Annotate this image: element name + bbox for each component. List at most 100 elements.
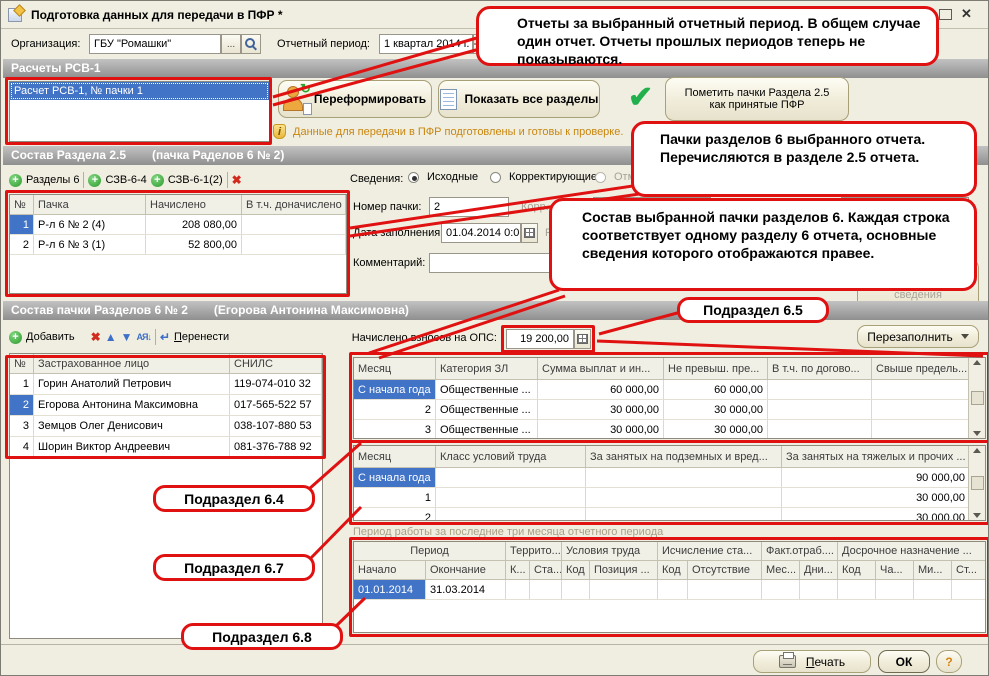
add-szv64-button[interactable]: + СЗВ-6-4: [88, 173, 147, 187]
scroll-down-icon[interactable]: [973, 431, 981, 436]
scroll-down-icon[interactable]: [973, 513, 981, 518]
calendar-button[interactable]: [521, 223, 538, 243]
header-cell[interactable]: Окончание: [426, 561, 506, 580]
add-szv61-button[interactable]: + СЗВ-6-1(2): [150, 173, 223, 187]
ok-button[interactable]: ОК: [878, 650, 930, 673]
header-cell[interactable]: Начало: [354, 561, 426, 580]
plus-icon: +: [150, 173, 164, 187]
close-icon[interactable]: ✕: [961, 6, 972, 22]
add-sections6-button[interactable]: + Разделы 6: [9, 173, 79, 187]
header-cell[interactable]: В т.ч. по догово...: [768, 358, 872, 380]
group-header-cell[interactable]: Период: [354, 542, 506, 561]
scroll-thumb[interactable]: [970, 391, 984, 405]
sort-icon[interactable]: АЯ↓: [136, 332, 152, 342]
header-cell[interactable]: №: [10, 354, 34, 374]
table-row[interactable]: С начала года 90 000,00: [354, 468, 985, 488]
info-message: Данные для передачи в ПФР подготовлены и…: [293, 126, 624, 138]
radio-korrektiruyushchie[interactable]: Корректирующие: [490, 171, 597, 183]
restore-icon[interactable]: [939, 9, 952, 20]
header-cell[interactable]: №: [10, 195, 34, 215]
header-cell[interactable]: Свыше предель...: [872, 358, 970, 380]
table-row[interactable]: 2 Егорова Антонина Максимовна 017-565-52…: [10, 395, 322, 416]
header-cell[interactable]: В т.ч. доначислено: [242, 195, 346, 215]
header-cell[interactable]: Ста...: [530, 561, 562, 580]
group-header-cell[interactable]: Исчисление ста...: [658, 542, 762, 561]
header-cell[interactable]: Код: [562, 561, 590, 580]
callout-subsection-67: Подраздел 6.7: [153, 554, 315, 581]
table-row[interactable]: 2 Р-л 6 № 3 (1) 52 800,00: [10, 235, 346, 255]
group-header-cell[interactable]: Условия труда: [562, 542, 658, 561]
help-icon: ?: [945, 654, 953, 669]
organization-input[interactable]: ГБУ "Ромашки": [89, 34, 221, 54]
radio-ishodnye[interactable]: Исходные: [408, 171, 478, 183]
header-cell[interactable]: Дни...: [800, 561, 838, 580]
table-row[interactable]: 3 Земцов Олег Денисович 038-107-880 53: [10, 416, 322, 437]
show-all-sections-button[interactable]: Показать все разделы: [438, 80, 600, 118]
ops-accrued-input[interactable]: 19 200,00: [506, 329, 574, 349]
mark-accepted-button[interactable]: Пометить пачки Раздела 2.5 как принятые …: [665, 77, 849, 121]
table-row[interactable]: 1 Р-л 6 № 2 (4) 208 080,00: [10, 215, 346, 235]
move-up-icon[interactable]: ▲: [105, 330, 117, 344]
organization-search-button[interactable]: [241, 34, 261, 54]
help-button[interactable]: ?: [936, 650, 962, 673]
header-cell[interactable]: За занятых на тяжелых и прочих ...: [782, 446, 970, 468]
section25-table: № Пачка Начислено В т.ч. доначислено 1 Р…: [9, 194, 347, 294]
table-row[interactable]: 4 Шорин Виктор Андреевич 081-376-788 92: [10, 437, 322, 458]
header-cell[interactable]: Месяц: [354, 446, 436, 468]
table-row[interactable]: С начала года Общественные ... 60 000,00…: [354, 380, 985, 400]
fill-date-input[interactable]: 01.04.2014 0:0: [441, 223, 521, 243]
svedeniya-label: Сведения:: [350, 173, 404, 185]
scrollbar[interactable]: [968, 358, 985, 438]
group-header-cell[interactable]: Досрочное назначение ...: [838, 542, 985, 561]
calc-button[interactable]: [574, 329, 591, 349]
refill-button[interactable]: Перезаполнить: [857, 325, 979, 348]
header-cell[interactable]: Класс условий труда: [436, 446, 586, 468]
print-button[interactable]: Печать: [753, 650, 871, 673]
header-cell[interactable]: Месяц: [354, 358, 436, 380]
reform-button[interactable]: ↻ Переформировать: [278, 80, 432, 118]
table-row[interactable]: 2 Общественные ... 30 000,00 30 000,00: [354, 400, 985, 420]
header-cell[interactable]: К...: [506, 561, 530, 580]
work-period-caption: Период работы за последние три месяца от…: [353, 526, 664, 538]
header-cell[interactable]: Не превыш. пре...: [664, 358, 768, 380]
table-row[interactable]: 3 Общественные ... 30 000,00 30 000,00: [354, 420, 985, 438]
header-cell[interactable]: Мес...: [762, 561, 800, 580]
transfer-icon: ↵: [159, 330, 170, 344]
group-header-cell[interactable]: Факт.отраб....: [762, 542, 838, 561]
header-cell[interactable]: Категория ЗЛ: [436, 358, 538, 380]
delete-icon[interactable]: ✖: [91, 330, 101, 344]
table-row[interactable]: 2 30 000,00: [354, 508, 985, 520]
organization-select-button[interactable]: ...: [221, 34, 241, 54]
move-down-icon[interactable]: ▼: [121, 330, 133, 344]
scroll-thumb[interactable]: [970, 476, 984, 490]
header-cell[interactable]: Ча...: [876, 561, 914, 580]
header-cell[interactable]: Ст...: [952, 561, 985, 580]
header-cell[interactable]: Застрахованное лицо: [34, 354, 230, 374]
window-title: Подготовка данных для передачи в ПФР *: [31, 8, 283, 22]
header-cell[interactable]: Отсутствие: [688, 561, 762, 580]
rsv1-list[interactable]: Расчет РСВ-1, № пачки 1: [9, 81, 270, 142]
table-row[interactable]: 01.01.2014 31.03.2014: [354, 580, 985, 600]
header-cell[interactable]: Начислено: [146, 195, 242, 215]
header-cell[interactable]: Сумма выплат и ин...: [538, 358, 664, 380]
report-period-input[interactable]: 1 квартал 2014 г.: [379, 34, 473, 54]
table-row[interactable]: 1 Горин Анатолий Петрович 119-074-010 32: [10, 374, 322, 395]
add-person-button[interactable]: + Добавить: [9, 330, 75, 344]
green-check-icon: ✔: [628, 81, 654, 114]
header-cell[interactable]: Код: [658, 561, 688, 580]
pack-number-input[interactable]: 2: [429, 197, 509, 217]
header-cell[interactable]: СНИЛС: [230, 354, 322, 374]
table-row[interactable]: 1 30 000,00: [354, 488, 985, 508]
header-cell[interactable]: Позиция ...: [590, 561, 658, 580]
delete-icon[interactable]: ✖: [232, 173, 242, 187]
transfer-button[interactable]: ↵ Перенести: [160, 330, 229, 344]
scrollbar[interactable]: [968, 446, 985, 520]
header-cell[interactable]: Код: [838, 561, 876, 580]
group-header-cell[interactable]: Террито...: [506, 542, 562, 561]
header-cell[interactable]: Пачка: [34, 195, 146, 215]
scroll-up-icon[interactable]: [973, 448, 981, 453]
scroll-up-icon[interactable]: [973, 360, 981, 365]
header-cell[interactable]: Ми...: [914, 561, 952, 580]
rsv1-list-item[interactable]: Расчет РСВ-1, № пачки 1: [10, 82, 269, 100]
header-cell[interactable]: За занятых на подземных и вред...: [586, 446, 782, 468]
